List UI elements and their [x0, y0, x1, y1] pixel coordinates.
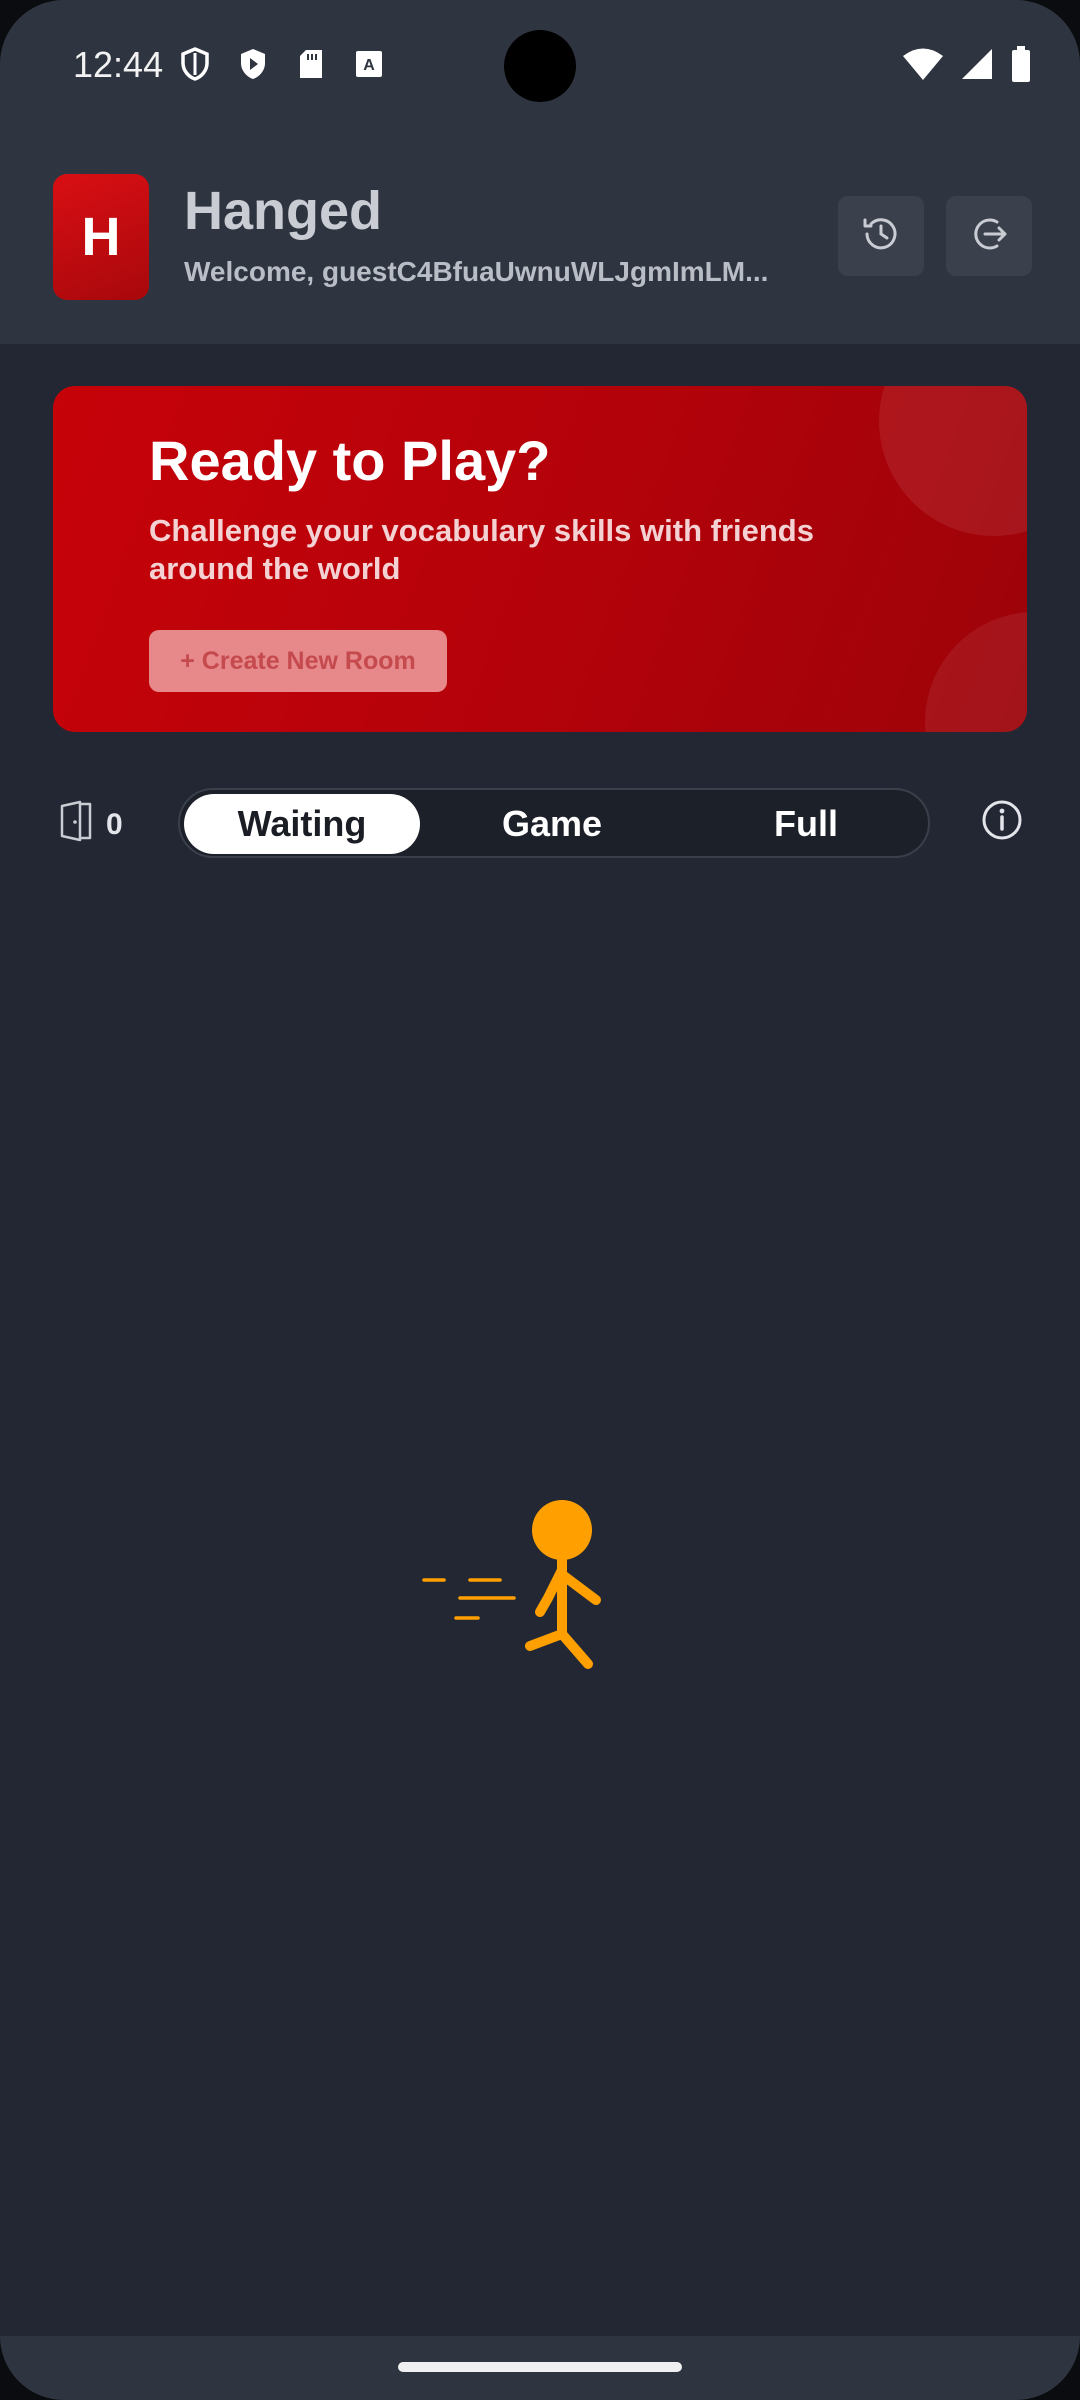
app-header: H Hanged Welcome, guestC4BfuaUwnuWLJgmIm… [0, 130, 1080, 344]
status-right-icons [902, 46, 1032, 87]
create-room-button[interactable]: + Create New Room [149, 630, 447, 692]
front-camera-cutout [504, 30, 576, 102]
wifi-icon [902, 47, 944, 86]
status-time: 12:44 [73, 44, 164, 85]
sd-card-icon [294, 47, 328, 81]
play-protect-icon [236, 47, 270, 81]
logout-icon [967, 212, 1011, 261]
status-left-icons: A [178, 47, 386, 81]
cell-signal-icon [960, 47, 994, 86]
home-gesture-handle[interactable] [398, 2362, 682, 2372]
hero-title: Ready to Play? [149, 429, 551, 492]
tab-waiting[interactable]: Waiting [184, 794, 420, 854]
logout-button[interactable] [946, 196, 1032, 276]
status-bar: 12:44 A [0, 0, 1080, 130]
door-icon [58, 800, 94, 850]
room-count: 0 [58, 800, 123, 850]
room-filter-bar: 0 Waiting Game Full [0, 786, 1080, 860]
welcome-text: Welcome, guestC4BfuaUwnuWLJgmImLM... [184, 256, 769, 287]
decorative-circle [879, 386, 1027, 536]
status-segmented-control: Waiting Game Full [178, 788, 930, 858]
shield-outline-icon [178, 47, 212, 81]
phone-screen: 12:44 A H Hanged Welcome, guestC4BfuaUwn… [0, 0, 1080, 2400]
keyboard-a-icon: A [352, 47, 386, 81]
history-button[interactable] [838, 196, 924, 276]
running-stickman-illustration [420, 1494, 610, 1675]
hero-subtitle: Challenge your vocabulary skills with fr… [149, 513, 814, 586]
svg-text:A: A [363, 57, 375, 74]
app-logo: H [53, 174, 149, 300]
tab-game[interactable]: Game [434, 794, 670, 854]
info-button[interactable] [980, 800, 1024, 844]
info-icon [981, 799, 1023, 846]
tab-full[interactable]: Full [688, 794, 924, 854]
system-nav-bar [0, 2336, 1080, 2400]
room-count-value: 0 [106, 808, 123, 841]
battery-icon [1010, 46, 1032, 87]
hero-card: Ready to Play? Challenge your vocabulary… [53, 386, 1027, 732]
history-icon [859, 212, 903, 261]
decorative-circle [925, 612, 1027, 732]
app-title: Hanged [184, 181, 383, 241]
